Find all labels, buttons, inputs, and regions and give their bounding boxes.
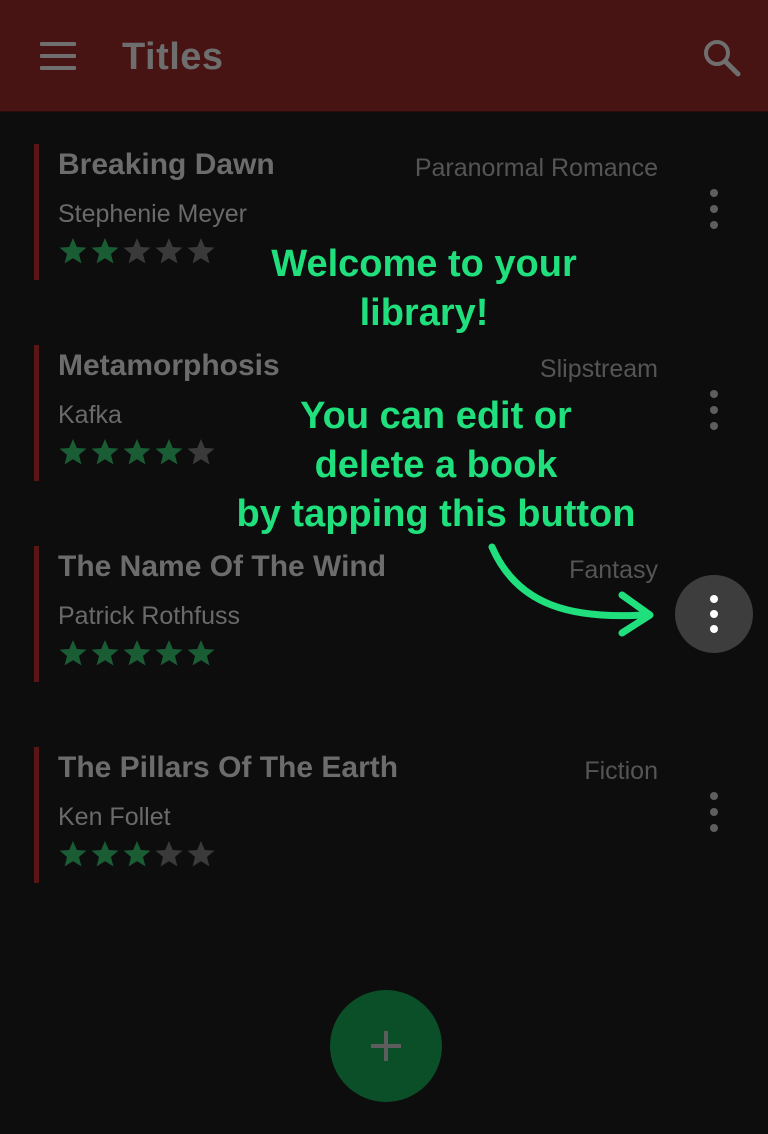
star-empty-icon [187, 841, 215, 867]
star-empty-icon [155, 841, 183, 867]
star-filled-icon [155, 640, 183, 666]
item-accent-bar [34, 747, 39, 883]
coach-arrow-icon [488, 543, 654, 637]
book-title: The Name Of The Wind [58, 550, 387, 583]
star-filled-icon [123, 841, 151, 867]
add-book-button[interactable] [330, 990, 442, 1102]
star-empty-icon [155, 238, 183, 264]
book-title: Metamorphosis [58, 349, 280, 382]
star-filled-icon [155, 439, 183, 465]
star-filled-icon [91, 439, 119, 465]
star-filled-icon [91, 841, 119, 867]
star-filled-icon [123, 439, 151, 465]
coach-welcome-text: Welcome to your library! [271, 243, 577, 334]
star-filled-icon [59, 841, 87, 867]
star-filled-icon [59, 439, 87, 465]
rating-stars [58, 236, 216, 268]
star-empty-icon [187, 439, 215, 465]
rating-stars [58, 437, 216, 469]
book-author: Stephenie Meyer [58, 200, 248, 228]
more-options-button[interactable] [696, 174, 732, 244]
book-list-item[interactable]: The Pillars Of The Earth Fiction Ken Fol… [34, 747, 734, 883]
star-filled-icon [59, 640, 87, 666]
star-filled-icon [91, 640, 119, 666]
star-filled-icon [187, 640, 215, 666]
hamburger-menu-icon[interactable] [40, 42, 76, 70]
book-genre: Fiction [584, 757, 658, 785]
star-empty-icon [187, 238, 215, 264]
more-vert-icon [710, 792, 718, 800]
star-filled-icon [123, 640, 151, 666]
book-genre: Paranormal Romance [414, 154, 658, 182]
rating-stars [58, 839, 216, 871]
item-accent-bar [34, 345, 39, 481]
more-options-button[interactable] [696, 777, 732, 847]
app-bar: Titles [0, 0, 768, 112]
item-accent-bar [34, 144, 39, 280]
more-options-button-highlighted[interactable] [675, 575, 753, 653]
coach-hint-text: You can edit or delete a book by tapping… [236, 395, 636, 535]
item-accent-bar [34, 546, 39, 682]
book-author: Kafka [58, 401, 122, 429]
book-author: Ken Follet [58, 803, 171, 831]
page-title: Titles [122, 36, 224, 78]
plus-icon [371, 1031, 401, 1061]
star-empty-icon [123, 238, 151, 264]
book-title: Breaking Dawn [58, 148, 275, 181]
rating-stars [58, 638, 216, 670]
star-filled-icon [91, 238, 119, 264]
more-vert-icon [710, 595, 718, 603]
book-author: Patrick Rothfuss [58, 602, 241, 630]
book-title: The Pillars Of The Earth [58, 751, 399, 784]
more-vert-icon [710, 189, 718, 197]
star-filled-icon [59, 238, 87, 264]
more-options-button[interactable] [696, 375, 732, 445]
search-icon[interactable] [700, 36, 744, 80]
more-vert-icon [710, 390, 718, 398]
book-genre: Slipstream [539, 355, 658, 383]
